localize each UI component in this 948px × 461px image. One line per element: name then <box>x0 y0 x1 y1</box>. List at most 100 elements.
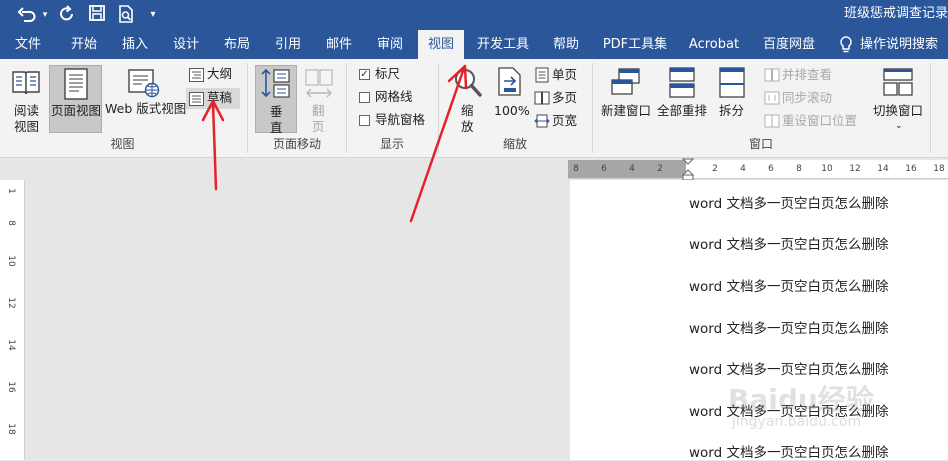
page-width-label: 页宽 <box>552 113 578 128</box>
tab-mailings[interactable]: 邮件 <box>314 30 364 59</box>
arrange-all-button[interactable]: 全部重排 <box>656 63 710 133</box>
lightbulb-icon <box>836 30 856 59</box>
zoom-label-2: 放 <box>461 119 474 134</box>
web-layout-button[interactable]: Web 版式视图 <box>104 63 186 133</box>
synchronous-scrolling-button[interactable]: 同步滚动 <box>762 88 862 108</box>
tab-design[interactable]: 设计 <box>162 30 210 59</box>
undo-dropdown-icon[interactable]: ▾ <box>40 5 50 25</box>
new-window-icon <box>611 68 640 95</box>
print-layout-button[interactable]: 页面视图 <box>49 65 102 133</box>
one-page-button[interactable]: 单页 <box>532 65 582 85</box>
one-page-label: 单页 <box>552 67 578 82</box>
tell-me-search[interactable]: 操作说明搜索 <box>860 30 948 59</box>
customize-toolbar-icon[interactable]: ▾ <box>144 5 162 25</box>
baidu-watermark-url: jingyan.baidu.com <box>732 414 862 430</box>
horizontal-ruler[interactable]: 8 6 4 2 2 4 6 8 10 12 14 16 18 <box>568 158 948 182</box>
ribbon-tabs: 文件 开始 插入 设计 布局 引用 邮件 审阅 视图 开发工具 帮助 PDF工具… <box>0 30 948 59</box>
ruler-checkbox[interactable]: ✓ <box>359 69 370 80</box>
tab-acrobat[interactable]: Acrobat <box>682 30 746 59</box>
ruler-tick: 8 <box>796 164 802 174</box>
zoom-100-icon <box>498 67 521 96</box>
side-by-side-icon <box>764 68 780 82</box>
document-text-line: word 文档多一页空白页怎么删除 <box>689 237 889 253</box>
print-layout-label: 页面视图 <box>51 103 102 118</box>
document-text-line: word 文档多一页空白页怎么删除 <box>689 362 889 378</box>
print-preview-icon[interactable] <box>115 5 137 25</box>
print-layout-icon <box>64 68 88 100</box>
side-to-side-label: 翻 <box>312 103 325 118</box>
tab-insert[interactable]: 插入 <box>110 30 160 59</box>
document-title: 班级惩戒调查记录 <box>843 6 948 21</box>
ruler-tick: 6 <box>768 164 774 174</box>
save-icon[interactable] <box>86 5 108 25</box>
zoom-100-button[interactable]: 100% <box>491 63 530 133</box>
ruler-tick: 6 <box>601 164 607 174</box>
document-text-line: word 文档多一页空白页怎么删除 <box>689 279 889 295</box>
split-label: 拆分 <box>719 103 745 118</box>
multiple-pages-icon <box>534 91 550 105</box>
read-mode-label: 阅读 <box>14 103 40 118</box>
tab-view[interactable]: 视图 <box>418 30 464 59</box>
tab-file[interactable]: 文件 <box>4 30 52 59</box>
navigation-pane-checkbox[interactable] <box>359 115 370 126</box>
draft-button[interactable]: 草稿 <box>186 88 240 109</box>
gridlines-checkbox[interactable] <box>359 92 370 103</box>
ruler-tick: 14 <box>6 339 16 351</box>
navigation-pane-label: 导航窗格 <box>375 112 426 127</box>
arrange-all-label: 全部重排 <box>657 103 708 118</box>
document-text-line: word 文档多一页空白页怎么删除 <box>689 445 889 461</box>
tab-references[interactable]: 引用 <box>263 30 313 59</box>
read-mode-icon <box>12 71 40 95</box>
outline-icon <box>189 68 204 82</box>
ruler-tick: 12 <box>6 297 16 309</box>
zoom-label: 缩 <box>461 103 474 118</box>
split-window-icon <box>719 67 745 98</box>
side-to-side-label-2: 页 <box>312 119 325 134</box>
tab-baidu-netdisk[interactable]: 百度网盘 <box>754 30 824 59</box>
ruler-tick: 2 <box>657 164 663 174</box>
switch-windows-icon <box>883 68 913 96</box>
read-mode-label-2: 视图 <box>14 119 40 134</box>
view-side-by-side-button[interactable]: 并排查看 <box>762 65 862 85</box>
outline-button[interactable]: 大纲 <box>186 65 240 85</box>
ruler-tick: 16 <box>905 164 917 174</box>
switch-windows-button[interactable]: 切换窗口 ⌄ <box>870 63 926 133</box>
multiple-pages-button[interactable]: 多页 <box>532 88 582 108</box>
new-window-button[interactable]: 新建窗口 <box>598 63 654 133</box>
web-layout-icon <box>128 69 160 98</box>
tab-layout[interactable]: 布局 <box>212 30 262 59</box>
split-button[interactable]: 拆分 <box>712 63 752 133</box>
ruler-tick: 4 <box>740 164 746 174</box>
indent-marker-icon[interactable] <box>682 158 694 182</box>
side-to-side-button[interactable]: 翻 页 <box>300 65 338 134</box>
vertical-scroll-icon <box>261 68 290 98</box>
tab-home[interactable]: 开始 <box>58 30 110 59</box>
tab-help[interactable]: 帮助 <box>542 30 590 59</box>
redo-icon[interactable] <box>56 5 78 25</box>
ruler-label: 标尺 <box>375 66 401 81</box>
ruler-tick: 2 <box>712 164 718 174</box>
one-page-icon <box>535 67 549 83</box>
document-text-line: word 文档多一页空白页怎么删除 <box>689 196 889 212</box>
vertical-button[interactable]: 垂 直 <box>255 65 297 135</box>
page-width-icon <box>534 114 550 128</box>
outline-label: 大纲 <box>207 66 233 81</box>
multiple-pages-label: 多页 <box>552 90 578 105</box>
undo-icon[interactable] <box>16 5 38 25</box>
reset-window-position-button[interactable]: 重设窗口位置 <box>762 111 872 131</box>
page-width-button[interactable]: 页宽 <box>532 111 582 131</box>
side-to-side-icon <box>305 69 333 98</box>
vertical-ruler[interactable]: 1 8 10 12 14 16 18 <box>0 180 25 460</box>
tab-pdf-tools[interactable]: PDF工具集 <box>594 30 676 59</box>
switch-windows-label: 切换窗口 <box>873 103 924 118</box>
tab-review[interactable]: 审阅 <box>365 30 415 59</box>
arrange-all-icon <box>669 67 695 98</box>
zoom-button[interactable]: 缩 放 <box>446 63 488 134</box>
synchronous-scrolling-label: 同步滚动 <box>782 90 833 105</box>
ribbon: 阅读 视图 页面视图 Web 版式视图 大纲 草稿 视图 垂 直 翻 页 页面移… <box>0 59 948 158</box>
window-group-label: 窗口 <box>748 137 773 151</box>
tab-developer[interactable]: 开发工具 <box>470 30 536 59</box>
ruler-tick: 12 <box>849 164 861 174</box>
read-mode-button[interactable]: 阅读 视图 <box>5 63 47 134</box>
ruler-tick: 1 <box>6 188 16 194</box>
